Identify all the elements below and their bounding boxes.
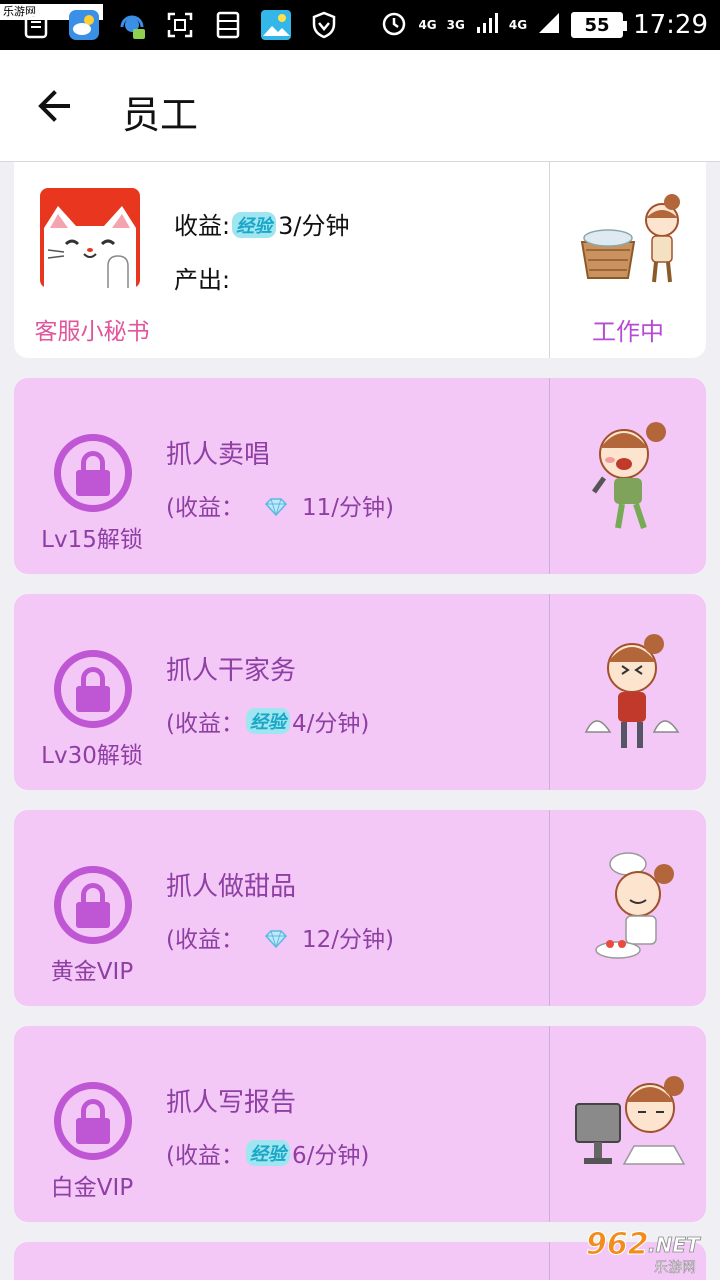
svg-text:乐游网: 乐游网 — [654, 1260, 696, 1276]
income-value: 6/分钟) — [291, 1143, 370, 1169]
lock-icon — [54, 434, 132, 512]
page-title: 员工 — [122, 93, 199, 137]
income-prefix: (收益： — [166, 927, 244, 953]
income-value: 3/分钟 — [278, 212, 350, 240]
lock-icon — [54, 1082, 132, 1160]
output-label: 产出: — [174, 266, 231, 294]
income-row: 收益: 经验 3/分钟 — [174, 206, 349, 241]
unlock-requirement: Lv15解锁 — [41, 527, 143, 553]
job-card[interactable]: 白金VIP 抓人写报告 (收益： 经验 6/分钟) — [14, 1026, 706, 1222]
income-prefix: (收益： — [166, 1143, 244, 1169]
job-title: 抓人做甜品 — [166, 872, 297, 902]
income-value: 11/分钟) — [301, 495, 394, 521]
exp-badge: 经验 — [245, 1140, 290, 1166]
card-divider — [549, 1026, 550, 1222]
notes-icon — [20, 9, 52, 41]
income-label: 收益: — [174, 212, 231, 240]
photo-app-icon — [260, 9, 292, 41]
card-divider — [549, 1242, 550, 1280]
lock-icon — [54, 866, 132, 944]
exp-badge: 经验 — [245, 708, 290, 734]
network-label: 4G — [418, 18, 437, 32]
card-divider — [549, 810, 550, 1006]
signal-icon — [537, 11, 561, 39]
app-bar: 员工 — [0, 50, 720, 162]
back-arrow-icon — [38, 90, 70, 122]
scan-icon — [164, 9, 196, 41]
card-divider — [549, 378, 550, 574]
unlock-requirement: 白金VIP — [50, 1175, 134, 1201]
job-title: 抓人干家务 — [166, 656, 297, 686]
server-icon — [212, 9, 244, 41]
signal-icon — [475, 11, 499, 39]
lucky-cat-avatar — [40, 188, 140, 288]
clock: 17:29 — [633, 10, 708, 40]
secretary-card[interactable]: 客服小秘书 收益: 经验 3/分钟 产出: 工作中 — [14, 162, 706, 358]
battery-indicator: 55 — [571, 12, 628, 38]
job-card[interactable]: Lv15解锁 抓人卖唱 (收益： 11/分钟) — [14, 378, 706, 574]
shield-icon — [308, 9, 340, 41]
income-value: 4/分钟) — [291, 711, 370, 737]
income-prefix: (收益： — [166, 495, 244, 521]
unlock-requirement: 黄金VIP — [50, 959, 134, 985]
secretary-name: 客服小秘书 — [34, 319, 150, 345]
diamond-icon — [264, 928, 288, 949]
status-bar: 乐游网 www.962.net 4G 3G 4G 55 17:29 — [0, 0, 720, 50]
support-agent-icon — [116, 9, 148, 41]
report-girl-illustration — [574, 1072, 688, 1176]
singing-girl-illustration — [584, 418, 674, 538]
unlock-requirement: Lv30解锁 — [41, 743, 143, 769]
laundry-girl-illustration — [580, 190, 690, 290]
status-working: 工作中 — [592, 318, 664, 346]
job-title: 抓人卖唱 — [166, 440, 271, 470]
chores-girl-illustration — [582, 632, 682, 756]
alarm-icon — [380, 9, 408, 41]
svg-text:962: 962 — [586, 1227, 649, 1262]
svg-text:.NET: .NET — [648, 1233, 701, 1257]
card-divider — [549, 594, 550, 790]
weather-icon — [68, 9, 100, 41]
diamond-icon — [264, 496, 288, 517]
job-income: (收益： 经验 4/分钟) — [166, 704, 369, 738]
job-card[interactable]: 黄金VIP 抓人做甜品 (收益： 12/分钟) — [14, 810, 706, 1006]
job-card[interactable]: Lv30解锁 抓人干家务 (收益： 经验 4/分钟) — [14, 594, 706, 790]
job-income: (收益： 12/分钟) — [166, 920, 394, 954]
job-title: 抓人写报告 — [166, 1088, 297, 1118]
network-label: 4G — [508, 18, 528, 32]
network-label: 3G — [446, 18, 465, 32]
job-income: (收益： 经验 6/分钟) — [166, 1136, 369, 1170]
exp-badge: 经验 — [232, 212, 277, 238]
income-value: 12/分钟) — [301, 927, 394, 953]
back-button[interactable] — [22, 74, 86, 138]
job-income: (收益： 11/分钟) — [166, 488, 394, 522]
site-watermark-logo: 962 .NET 乐游网 — [582, 1224, 712, 1277]
income-prefix: (收益： — [166, 711, 244, 737]
lock-icon — [54, 650, 132, 728]
baker-girl-illustration — [588, 850, 684, 972]
